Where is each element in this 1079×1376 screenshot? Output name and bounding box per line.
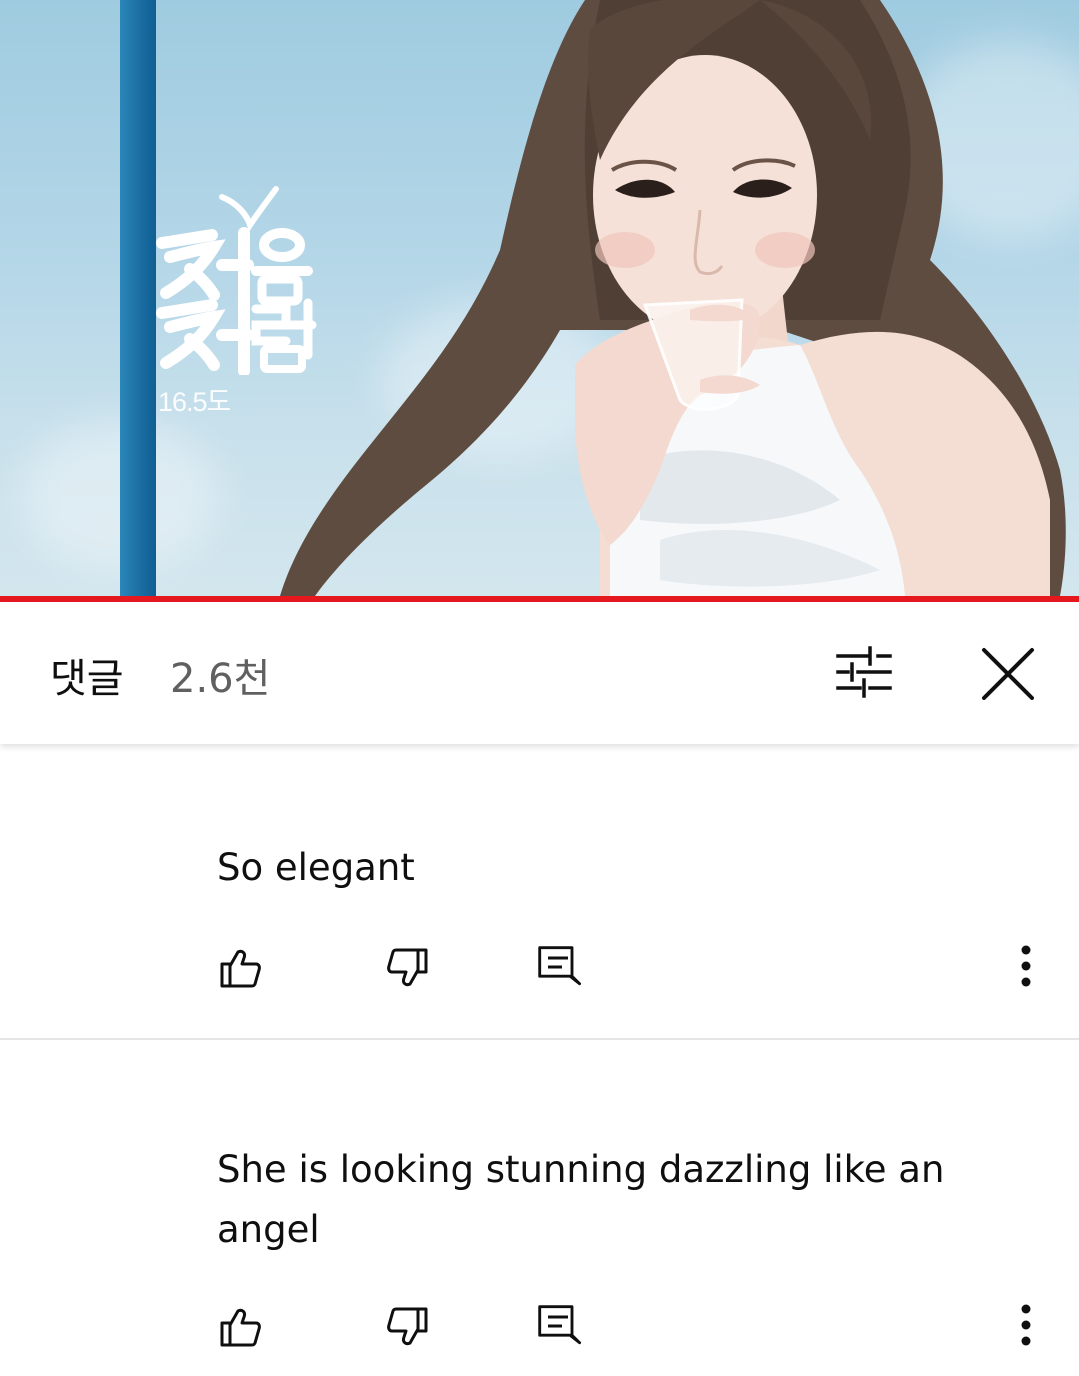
like-button[interactable] <box>216 1303 264 1351</box>
abv-label: 16.5도 <box>158 387 231 417</box>
sort-filter-icon <box>836 646 892 698</box>
reply-icon <box>538 1305 582 1345</box>
comments-title: 댓글 <box>50 656 124 702</box>
more-options-button[interactable] <box>1004 942 1048 990</box>
dislike-icon <box>387 948 428 987</box>
close-icon <box>982 648 1034 700</box>
reply-button[interactable] <box>536 942 584 990</box>
sort-filter-button[interactable] <box>830 642 898 702</box>
dislike-button[interactable] <box>384 1303 432 1351</box>
reply-icon <box>538 946 582 986</box>
like-icon <box>220 1308 261 1347</box>
comment-text: She is looking stunning dazzling like an… <box>217 1148 945 1251</box>
reply-button[interactable] <box>536 1301 584 1349</box>
video-player[interactable]: 16.5도 <box>0 0 1079 596</box>
dislike-icon <box>387 1307 428 1346</box>
like-button[interactable] <box>216 944 264 992</box>
comment-item: She is looking stunning dazzling like an… <box>0 1040 1079 1376</box>
more-vert-icon <box>1021 945 1031 987</box>
comment-text: So elegant <box>217 846 415 889</box>
dislike-button[interactable] <box>384 944 432 992</box>
brand-logo <box>156 186 317 375</box>
comment-list: So elegant She is looking stunning dazzl… <box>0 744 1079 1376</box>
like-icon <box>220 949 261 988</box>
close-comments-button[interactable] <box>974 642 1042 708</box>
more-options-button[interactable] <box>1004 1301 1048 1349</box>
comment-item: So elegant <box>0 744 1079 1040</box>
comments-count: 2.6천 <box>170 656 271 702</box>
more-vert-icon <box>1021 1304 1031 1346</box>
comments-header: 댓글 2.6천 <box>0 602 1079 744</box>
